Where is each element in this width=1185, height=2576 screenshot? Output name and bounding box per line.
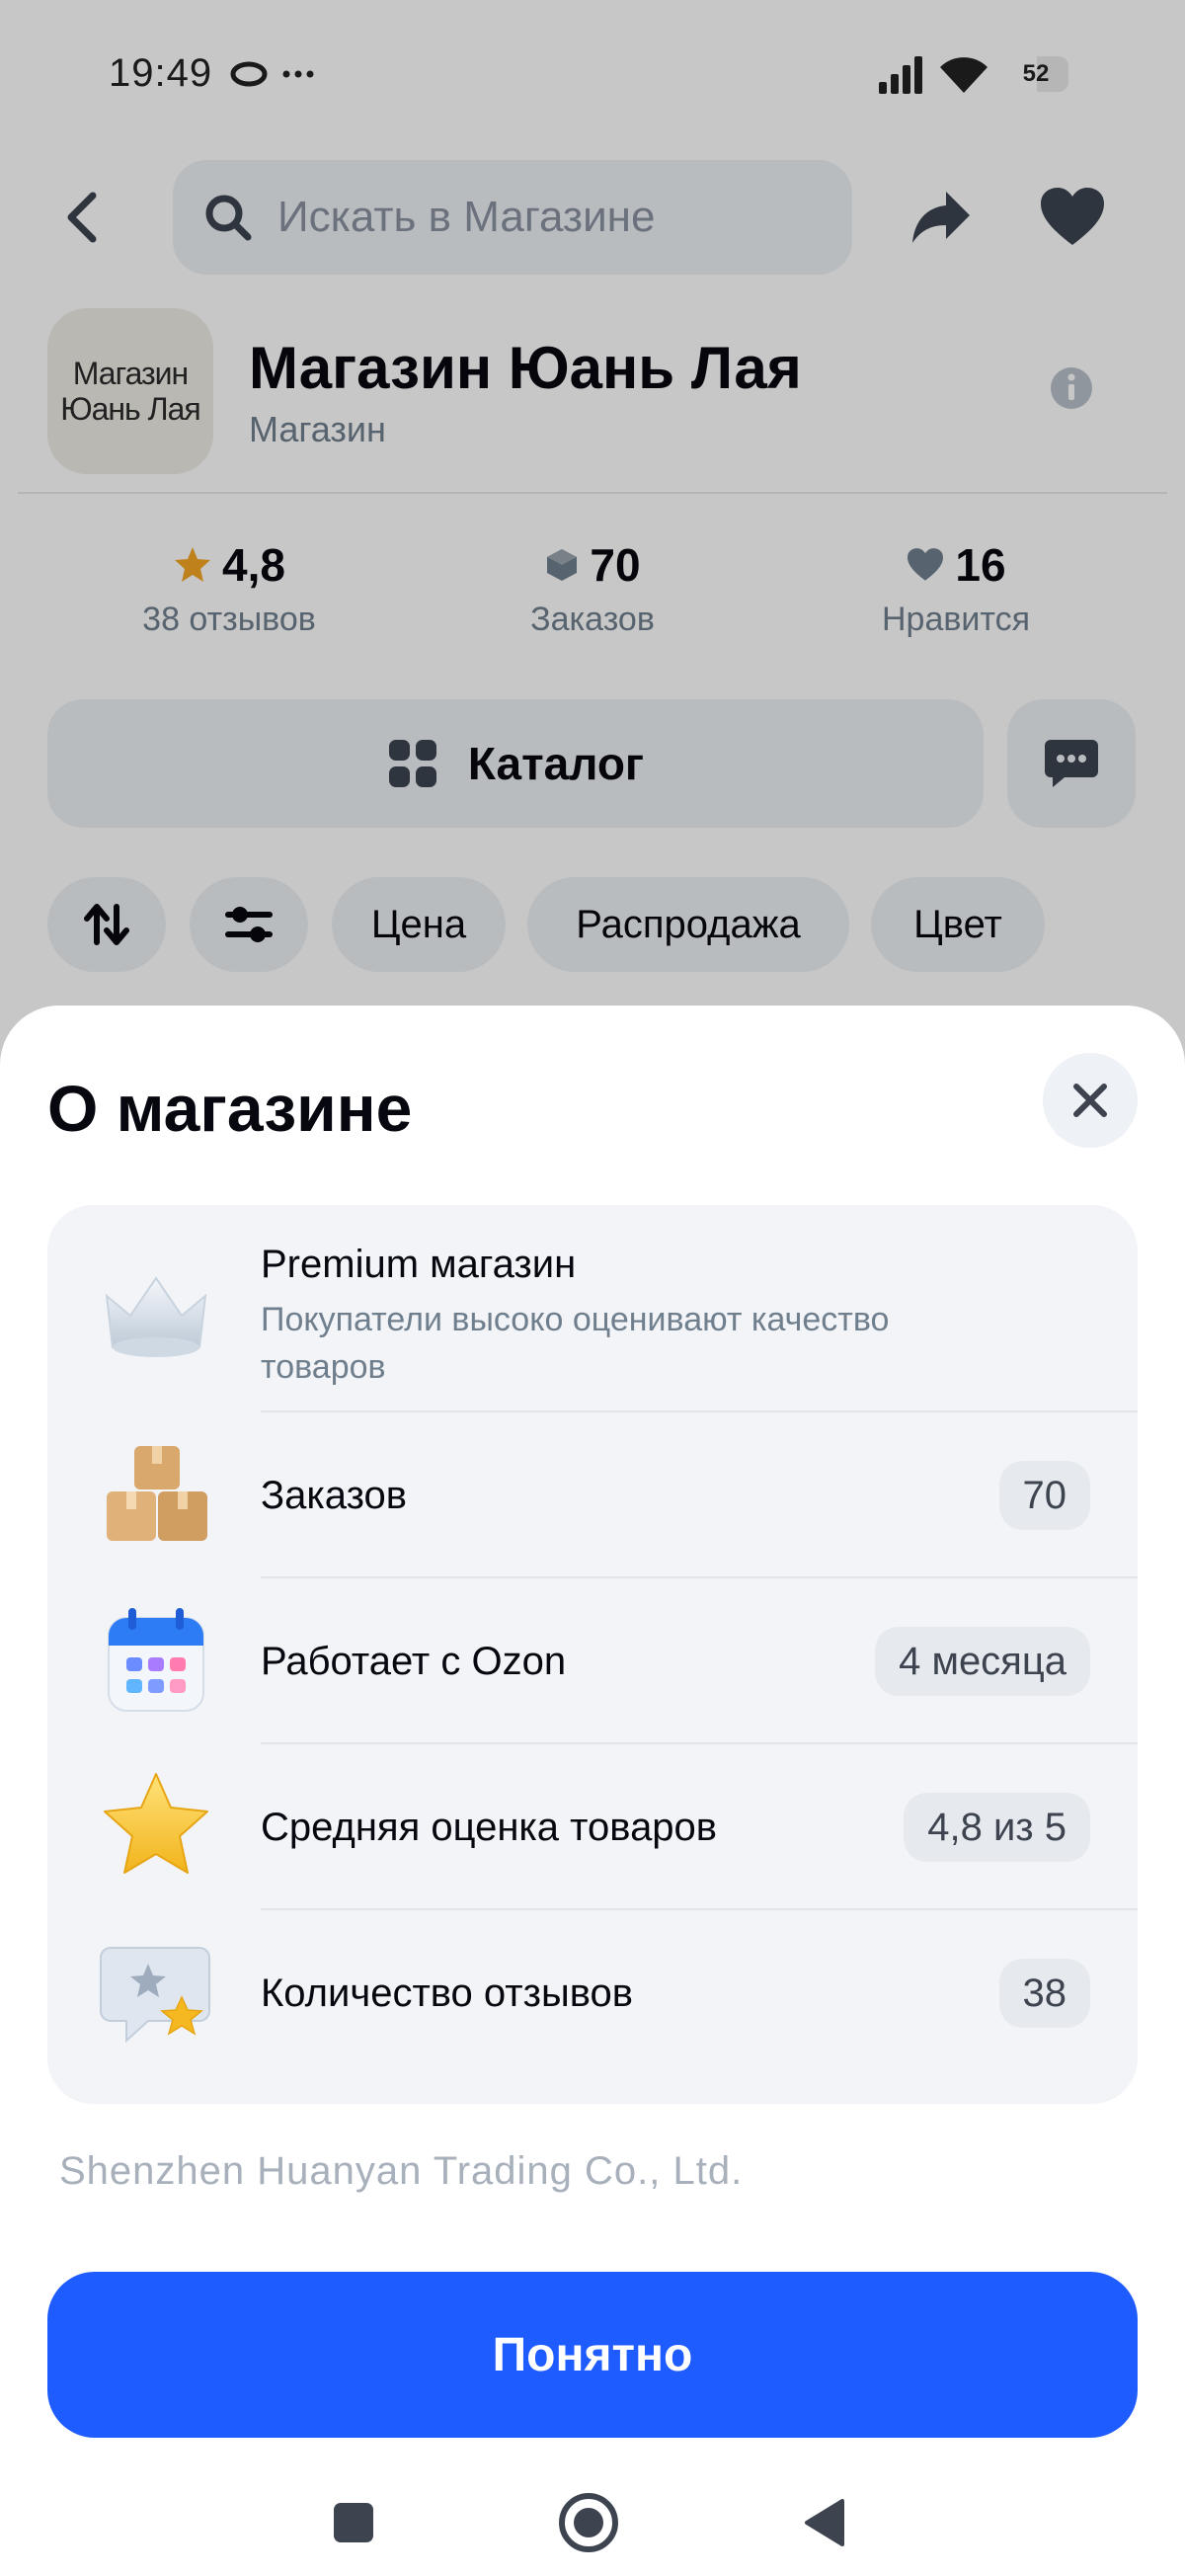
working-with-ozon-row: Работает с Ozon 4 месяца: [47, 1578, 1138, 1744]
close-icon: [1073, 1084, 1107, 1117]
triangle-back-icon: [805, 2499, 844, 2546]
premium-title: Premium магазин: [261, 1243, 577, 1286]
about-shop-sheet: О магазине Premium магазин Покупатели вы…: [0, 1006, 1185, 2576]
orders-row: Заказов 70: [47, 1412, 1138, 1578]
ok-button[interactable]: Понятно: [47, 2272, 1138, 2438]
reviews-count-badge: 38: [998, 1959, 1090, 2028]
close-button[interactable]: [1043, 1053, 1138, 1148]
average-rating-row: Средняя оценка товаров 4,8 из 5: [47, 1744, 1138, 1910]
reviews-count-title: Количество отзывов: [261, 1972, 633, 2015]
review-icon: [100, 1947, 210, 2044]
system-navigation-bar: [0, 2467, 1185, 2576]
shop-info-card: Premium магазин Покупатели высоко оценив…: [47, 1205, 1138, 2104]
premium-row: Premium магазин Покупатели высоко оценив…: [47, 1205, 1138, 1412]
calendar-icon: [108, 1608, 204, 1712]
working-with-ozon-title: Работает с Ozon: [261, 1640, 567, 1683]
company-name: Shenzhen Huanyan Trading Co., Ltd.: [59, 2149, 744, 2193]
crown-icon: [105, 1276, 207, 1357]
average-rating-badge: 4,8 из 5: [904, 1793, 1090, 1862]
back-nav-button[interactable]: [784, 2483, 863, 2562]
reviews-count-row: Количество отзывов 38: [47, 1910, 1138, 2104]
boxes-icon: [107, 1446, 207, 1541]
square-icon: [334, 2503, 373, 2542]
recents-button[interactable]: [314, 2483, 393, 2562]
working-with-ozon-badge: 4 месяца: [875, 1627, 1090, 1696]
home-button[interactable]: [549, 2483, 628, 2562]
star-icon: [104, 1773, 208, 1874]
premium-subtitle: Покупатели высоко оценивают качество тов…: [261, 1301, 890, 1386]
orders-title: Заказов: [261, 1474, 407, 1517]
orders-badge: 70: [998, 1461, 1090, 1530]
sheet-title: О магазине: [47, 1072, 413, 1145]
average-rating-title: Средняя оценка товаров: [261, 1806, 718, 1849]
home-circle-icon: [559, 2493, 618, 2552]
